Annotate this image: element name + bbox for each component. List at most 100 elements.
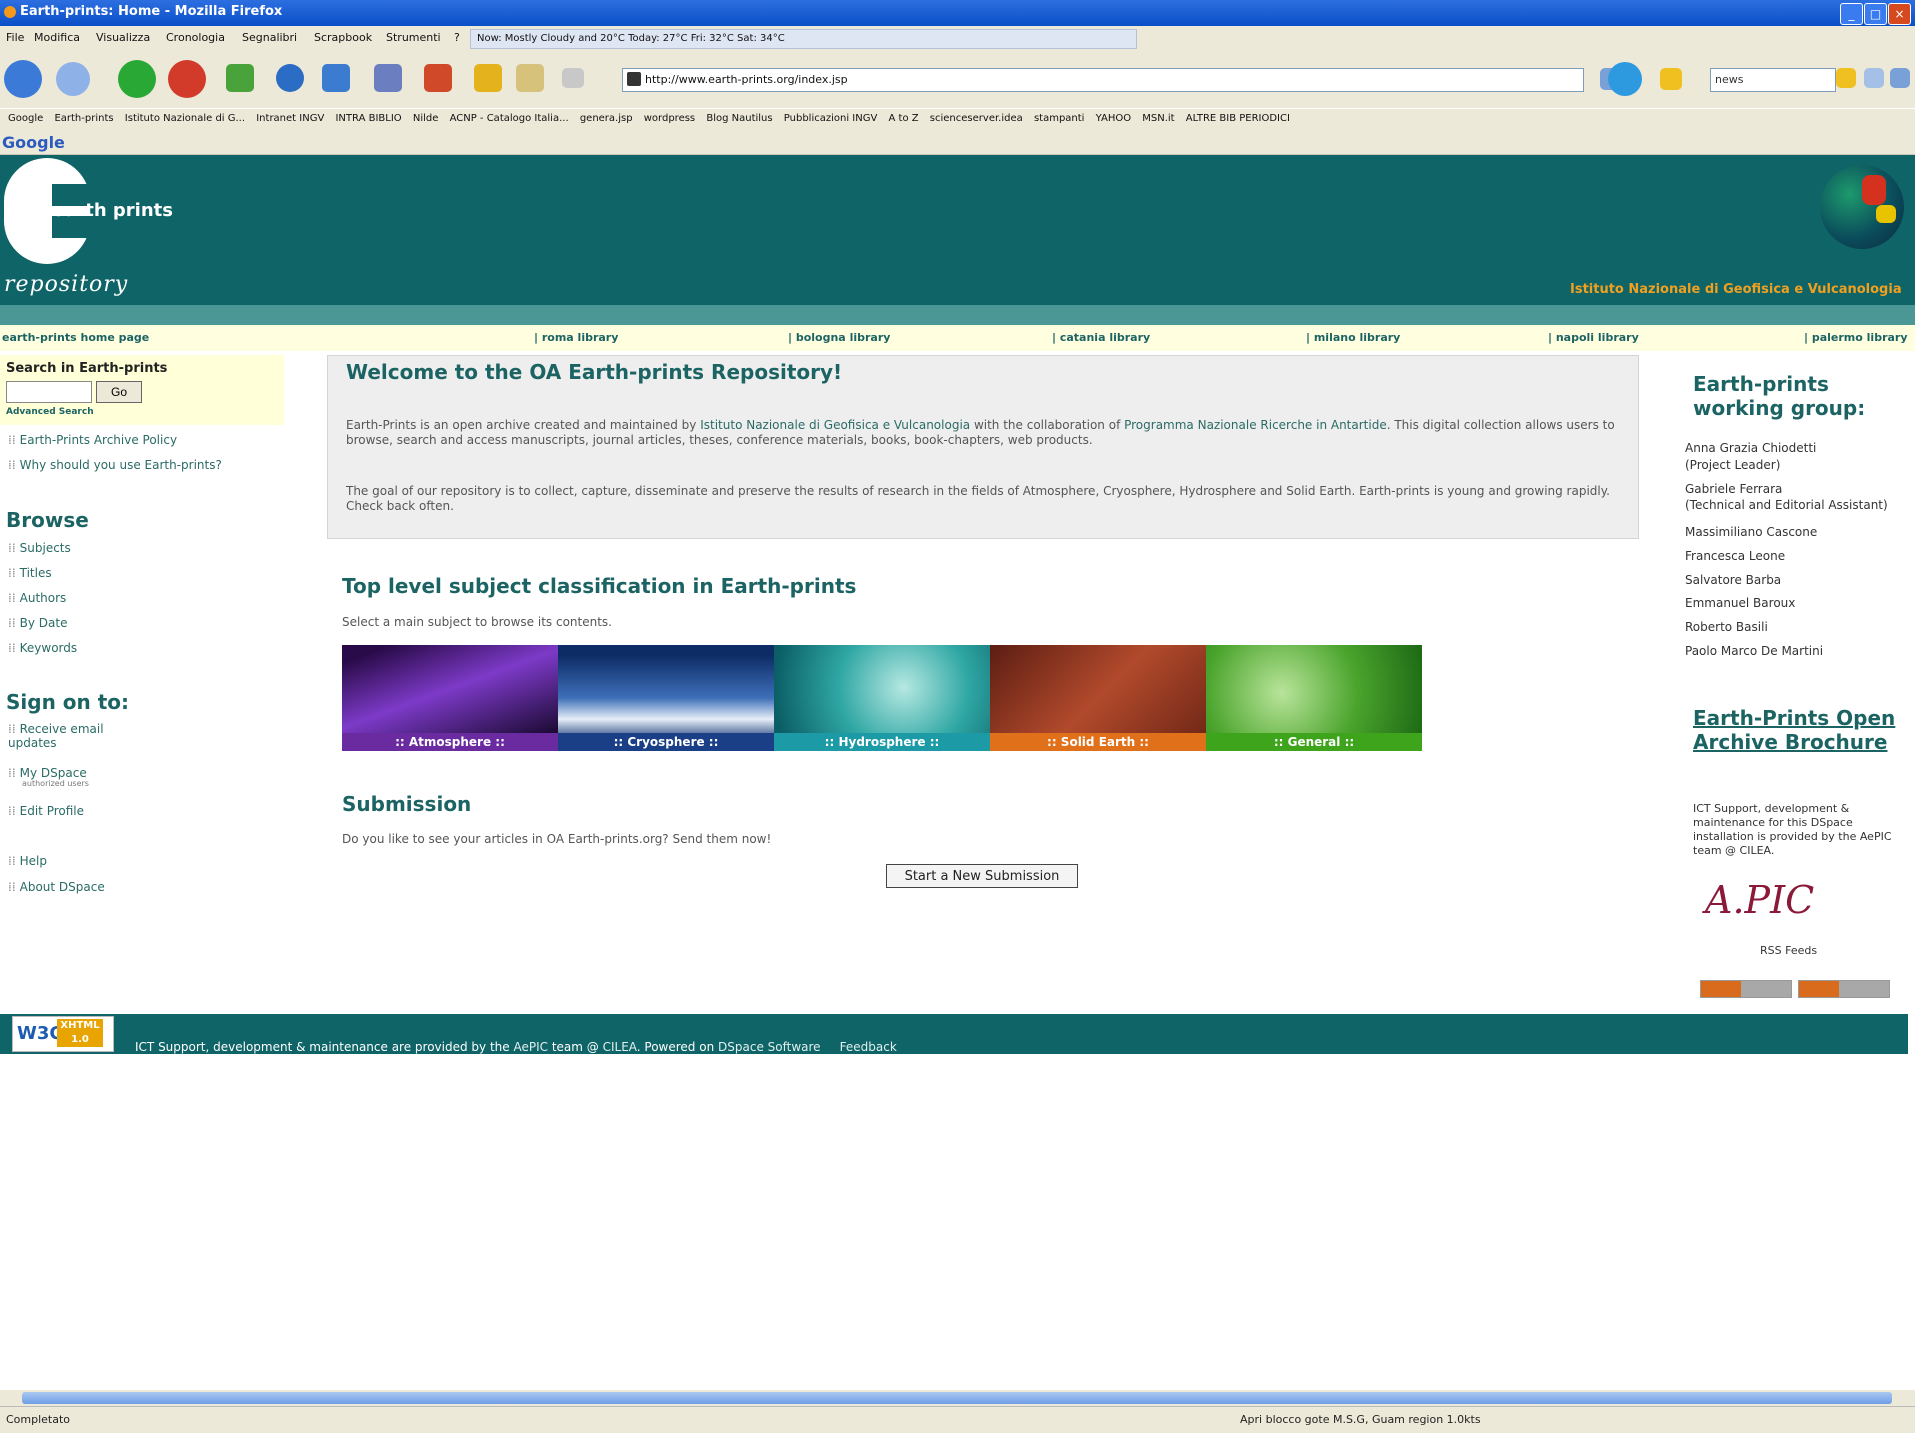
print-icon[interactable] xyxy=(424,64,452,92)
go-icon[interactable] xyxy=(1608,62,1642,96)
bologna-library-link[interactable]: | bologna library xyxy=(788,331,890,344)
menu-strumenti[interactable]: Strumenti xyxy=(386,31,441,44)
edit-profile-link[interactable]: Edit Profile xyxy=(20,804,84,818)
apic-logo[interactable]: A.PIC xyxy=(1705,878,1814,922)
advanced-search-link[interactable]: Advanced Search xyxy=(6,407,94,417)
browser-search-input[interactable]: news xyxy=(1710,68,1836,92)
bookmark-item[interactable]: Istituto Nazionale di G... xyxy=(125,113,245,124)
browse-authors-link[interactable]: Authors xyxy=(20,591,67,605)
bookmark-item[interactable]: Intranet INGV xyxy=(256,113,324,124)
reload-icon[interactable] xyxy=(118,60,156,98)
institute-name[interactable]: Istituto Nazionale di Geofisica e Vulcan… xyxy=(1570,282,1902,297)
window-title: Earth-prints: Home - Mozilla Firefox xyxy=(20,4,283,19)
search-engine-icon[interactable] xyxy=(1836,68,1856,88)
solid-earth-tile[interactable]: :: Solid Earth :: xyxy=(990,645,1206,751)
bookmark-item[interactable]: ALTRE BIB PERIODICI xyxy=(1186,113,1290,124)
w3c-text: W3C xyxy=(17,1023,63,1044)
menu-help[interactable]: ? xyxy=(454,31,460,44)
my-dspace-link[interactable]: My DSpace xyxy=(20,766,87,780)
adblock-icon[interactable] xyxy=(562,68,584,88)
ingv-link[interactable]: Istituto Nazionale di Geofisica e Vulcan… xyxy=(700,418,970,432)
edit-icon[interactable] xyxy=(374,64,402,92)
catania-library-link[interactable]: | catania library xyxy=(1052,331,1150,344)
browse-titles-link[interactable]: Titles xyxy=(20,566,52,580)
star-icon[interactable] xyxy=(474,64,502,92)
cilea-link[interactable]: CILEA xyxy=(603,1040,637,1054)
minimize-icon[interactable]: _ xyxy=(1840,3,1863,25)
header-strip xyxy=(0,305,1915,325)
atom-feed-button[interactable] xyxy=(1798,980,1890,998)
pnra-link[interactable]: Programma Nazionale Ricerche in Antartid… xyxy=(1124,418,1387,432)
bookmark-item[interactable]: Google xyxy=(8,113,43,124)
dspace-link[interactable]: DSpace Software xyxy=(718,1040,821,1054)
refresh-small-icon[interactable] xyxy=(1864,68,1884,88)
extension-icon[interactable] xyxy=(1890,68,1910,88)
forward-icon[interactable] xyxy=(56,62,90,96)
lock-icon[interactable] xyxy=(1660,68,1682,90)
bookmark-item[interactable]: INTRA BIBLIO xyxy=(335,113,401,124)
home-page-link[interactable]: earth-prints home page xyxy=(2,331,149,344)
weather-toolbar[interactable]: Now: Mostly Cloudy and 20°C Today: 27°C … xyxy=(470,29,1137,49)
menu-segnalibri[interactable]: Segnalibri xyxy=(242,31,297,44)
url-bar[interactable]: http://www.earth-prints.org/index.jsp xyxy=(622,68,1584,92)
archive-policy-link[interactable]: Earth-Prints Archive Policy xyxy=(20,433,177,447)
scrollbar-thumb[interactable] xyxy=(22,1392,1892,1404)
bookmark-item[interactable]: genera.jsp xyxy=(580,113,633,124)
location-pin-icon[interactable] xyxy=(276,64,304,92)
menu-scrapbook[interactable]: Scrapbook xyxy=(314,31,372,44)
napoli-library-link[interactable]: | napoli library xyxy=(1548,331,1639,344)
rss-feed-button[interactable] xyxy=(1700,980,1792,998)
home-icon[interactable] xyxy=(226,64,254,92)
search-input[interactable] xyxy=(6,381,92,403)
bookmark-item[interactable]: Pubblicazioni INGV xyxy=(784,113,878,124)
browse-item: ⁞⁞ Keywords xyxy=(8,641,78,655)
start-submission-button[interactable]: Start a New Submission xyxy=(886,864,1078,888)
menu-file[interactable]: File xyxy=(6,31,24,44)
browse-subjects-link[interactable]: Subjects xyxy=(20,541,71,555)
browse-keywords-link[interactable]: Keywords xyxy=(20,641,78,655)
milano-library-link[interactable]: | milano library xyxy=(1306,331,1400,344)
hydrosphere-tile[interactable]: :: Hydrosphere :: xyxy=(774,645,990,751)
rss-feeds-label: RSS Feeds xyxy=(1760,944,1818,957)
back-icon[interactable] xyxy=(4,60,42,98)
about-dspace-link[interactable]: About DSpace xyxy=(20,880,105,894)
logo-text: earth prints xyxy=(52,200,173,221)
receive-updates-link[interactable]: Receive email updates xyxy=(8,722,104,750)
maximize-icon[interactable]: □ xyxy=(1864,3,1887,25)
aepic-link[interactable]: AePIC xyxy=(513,1040,548,1054)
member-name: Salvatore Barba xyxy=(1685,573,1782,587)
stop-icon[interactable] xyxy=(168,60,206,98)
sign-on-heading: Sign on to: xyxy=(6,690,130,714)
w3c-badge[interactable]: W3C XHTML 1.0 xyxy=(12,1016,114,1052)
menu-visualizza[interactable]: Visualizza xyxy=(96,31,150,44)
browse-by-date-link[interactable]: By Date xyxy=(20,616,68,630)
bookmark-item[interactable]: Blog Nautilus xyxy=(706,113,772,124)
atmosphere-tile[interactable]: :: Atmosphere :: xyxy=(342,645,558,751)
solid-earth-caption: :: Solid Earth :: xyxy=(990,733,1206,751)
bookmark-item[interactable]: Earth-prints xyxy=(54,113,113,124)
palermo-library-link[interactable]: | palermo library xyxy=(1804,331,1908,344)
cryosphere-tile[interactable]: :: Cryosphere :: xyxy=(558,645,774,751)
bookmark-item[interactable]: ACNP - Catalogo Italia... xyxy=(450,113,569,124)
bookmark-item[interactable]: stampanti xyxy=(1034,113,1085,124)
close-icon[interactable]: × xyxy=(1888,3,1911,25)
bookmark-item[interactable]: scienceserver.idea xyxy=(930,113,1023,124)
bookmark-item[interactable]: MSN.it xyxy=(1142,113,1174,124)
brochure-link[interactable]: Earth-Prints Open Archive Brochure xyxy=(1693,706,1903,754)
bookmark-item[interactable]: wordpress xyxy=(644,113,695,124)
menu-cronologia[interactable]: Cronologia xyxy=(166,31,225,44)
menu-modifica[interactable]: Modifica xyxy=(34,31,80,44)
go-button[interactable]: Go xyxy=(96,381,142,403)
feedback-link[interactable]: Feedback xyxy=(840,1040,897,1054)
general-tile[interactable]: :: General :: xyxy=(1206,645,1422,751)
help-link[interactable]: Help xyxy=(20,854,47,868)
roma-library-link[interactable]: | roma library xyxy=(534,331,618,344)
google-logo[interactable]: Google xyxy=(2,133,65,152)
why-use-link[interactable]: Why should you use Earth-prints? xyxy=(20,458,222,472)
horizontal-scrollbar[interactable] xyxy=(0,1390,1915,1406)
bookmark-item[interactable]: YAHOO xyxy=(1096,113,1131,124)
frame-icon[interactable] xyxy=(516,64,544,92)
bookmark-add-icon[interactable] xyxy=(322,64,350,92)
bookmark-item[interactable]: A to Z xyxy=(889,113,919,124)
bookmark-item[interactable]: Nilde xyxy=(413,113,439,124)
